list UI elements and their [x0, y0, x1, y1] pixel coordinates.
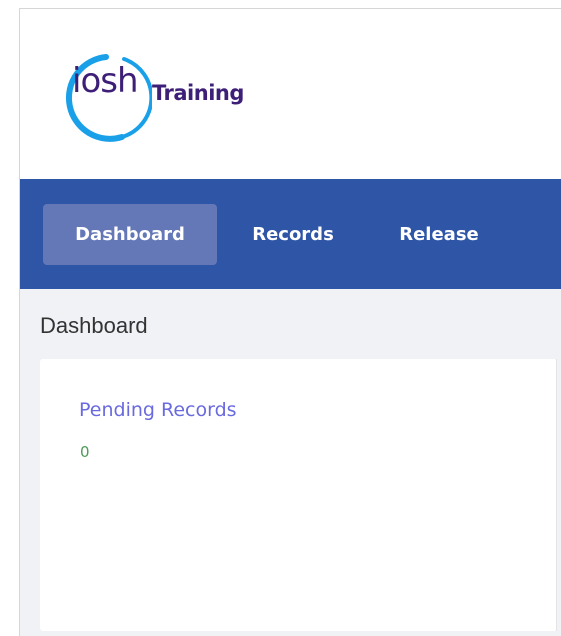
card-title[interactable]: Pending Records: [79, 399, 237, 421]
pending-records-card: Pending Records 0: [40, 359, 557, 631]
pending-records-count: 0: [80, 443, 90, 461]
logo-mark-text: iosh: [72, 61, 139, 101]
nav-item-records[interactable]: Records: [238, 204, 348, 265]
main-nav-bar: Dashboard Records Release: [20, 179, 561, 289]
main-content: Dashboard Pending Records 0: [20, 289, 561, 636]
nav-item-release[interactable]: Release: [384, 204, 494, 265]
logo-brand-text: Training: [152, 81, 244, 105]
page-title: Dashboard: [40, 313, 148, 338]
iosh-training-logo[interactable]: iosh Training: [62, 53, 282, 143]
header: iosh Training: [20, 9, 561, 179]
card-edge: [556, 359, 557, 631]
nav-item-dashboard[interactable]: Dashboard: [43, 204, 217, 265]
app-window: iosh Training Dashboard Records Release …: [0, 0, 561, 636]
